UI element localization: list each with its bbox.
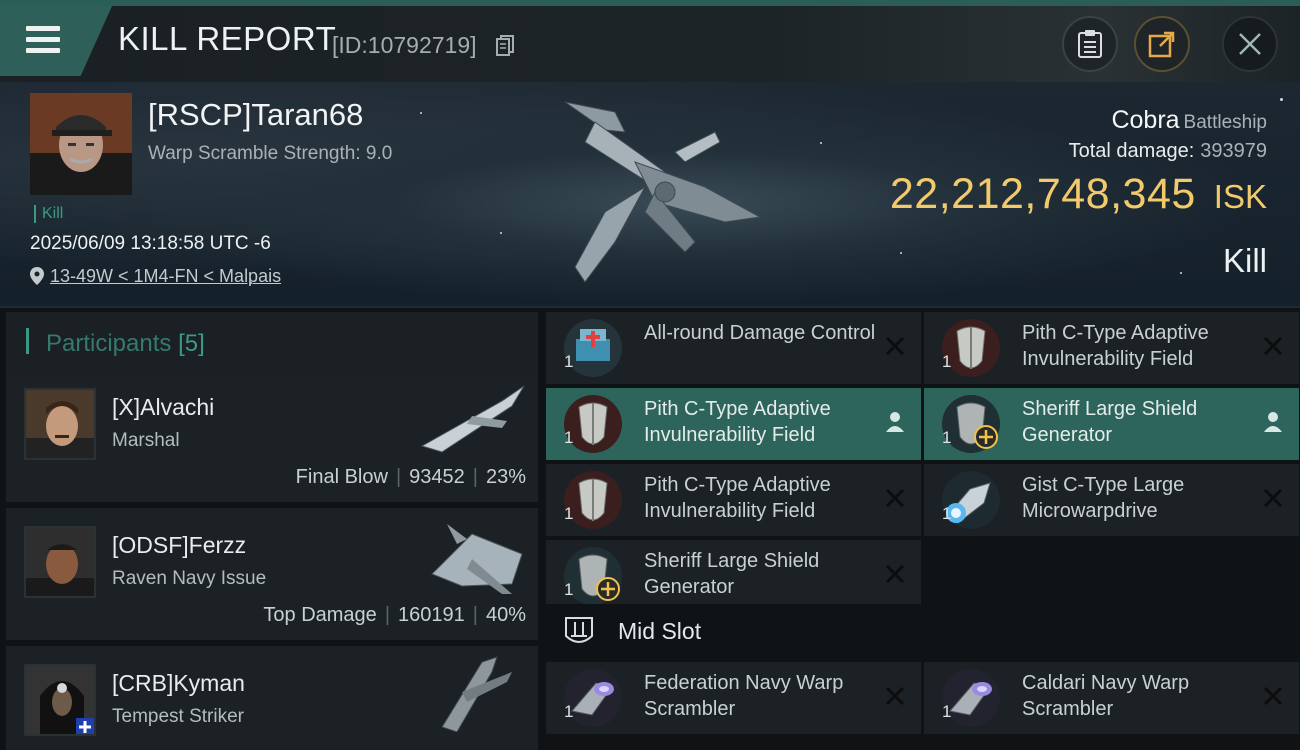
isk-value: 22,212,748,345 ISK xyxy=(890,170,1267,219)
participant-name[interactable]: [X]Alvachi xyxy=(112,394,214,421)
avatar xyxy=(24,664,96,736)
destroyed-icon xyxy=(1263,336,1283,356)
avatar xyxy=(24,388,96,460)
module-name: Sheriff Large Shield Generator xyxy=(644,550,820,598)
victim-ship-name: Cobra xyxy=(1111,106,1180,134)
fitted-modules-panel: 1 All-round Damage Control 1 Pith C-Type… xyxy=(540,308,1300,750)
module-name: Gist C-Type Large Microwarpdrive xyxy=(1022,474,1185,522)
module-name: Federation Navy Warp Scrambler xyxy=(644,672,844,720)
destroyed-icon xyxy=(885,686,905,706)
participants-label: Participants xyxy=(46,330,172,357)
participant-ship: Raven Navy Issue xyxy=(112,568,267,589)
victim-portrait[interactable] xyxy=(30,93,132,195)
module-name: Pith C-Type Adaptive Invulnerability Fie… xyxy=(644,474,831,522)
participant-ship-image xyxy=(431,524,523,594)
participants-header: Participants [5] xyxy=(6,312,538,370)
victim-ship: Cobra Battleship xyxy=(1111,106,1267,135)
participant-role: Top Damage xyxy=(263,604,377,626)
module-item[interactable]: 1 Caldari Navy Warp Scrambler xyxy=(924,662,1299,734)
module-item[interactable]: 1 Sheriff Large Shield Generator xyxy=(924,388,1299,460)
participant-percent: 40% xyxy=(485,604,526,626)
report-button[interactable] xyxy=(1062,16,1118,72)
kill-report-header: KILL REPORT [ID:10792719] xyxy=(0,0,1300,82)
total-damage-label: Total damage: xyxy=(1068,140,1195,162)
menu-icon xyxy=(26,26,60,54)
header-accent-line xyxy=(0,0,1300,6)
participant-role: Final Blow xyxy=(295,466,388,488)
module-item[interactable]: 1 Gist C-Type Large Microwarpdrive xyxy=(924,464,1299,536)
victim-name[interactable]: [RSCP]Taran68 xyxy=(148,97,363,133)
module-item[interactable]: 1 All-round Damage Control xyxy=(546,312,921,384)
module-name: Pith C-Type Adaptive Invulnerability Fie… xyxy=(644,398,831,446)
module-name: Pith C-Type Adaptive Invulnerability Fie… xyxy=(1022,322,1209,370)
avatar xyxy=(24,526,96,598)
mid-slot-header: Mid Slot xyxy=(546,604,1300,660)
page-title: KILL REPORT xyxy=(118,20,337,57)
close-icon xyxy=(1239,33,1261,55)
kill-status: Kill xyxy=(1222,242,1267,279)
participant-damage: 93452 xyxy=(409,466,465,488)
destroyed-icon xyxy=(1263,686,1283,706)
module-item[interactable]: 1 Pith C-Type Adaptive Invulnerability F… xyxy=(546,464,921,536)
victim-ship-class: Battleship xyxy=(1183,112,1267,133)
location-link[interactable]: 13-49W < 1M4-FN < Malpais xyxy=(50,266,281,286)
victim-ship-image xyxy=(564,101,762,283)
total-damage-value: 393979 xyxy=(1200,140,1267,162)
report-id: [ID:10792719] xyxy=(332,32,477,58)
participants-count: [5] xyxy=(178,330,205,357)
destroyed-icon xyxy=(1263,488,1283,508)
participant-card[interactable]: [X]Alvachi Marshal Final Blow | 93452 | 23% xyxy=(6,370,538,502)
destroyed-icon xyxy=(885,488,905,508)
location-pin-icon xyxy=(30,267,44,285)
warp-scramble-strength: Warp Scramble Strength: 9.0 xyxy=(148,143,393,164)
participant-card[interactable]: [ODSF]Ferzz Raven Navy Issue Top Damage |… xyxy=(6,508,538,640)
menu-button[interactable] xyxy=(0,6,112,76)
module-item[interactable]: 1 Sheriff Large Shield Generator xyxy=(546,540,921,612)
participant-card[interactable]: [CRB]Kyman Tempest Striker xyxy=(6,646,538,750)
participant-ship-image xyxy=(420,385,525,453)
kill-datetime: 2025/06/09 13:18:58 UTC -6 xyxy=(30,233,271,254)
dropped-person-icon xyxy=(1264,412,1282,432)
kill-tag: Kill xyxy=(34,205,63,223)
victim-summary: [RSCP]Taran68 Warp Scramble Strength: 9.… xyxy=(0,82,1300,308)
module-name: Sheriff Large Shield Generator xyxy=(1022,398,1198,446)
participant-damage: 160191 xyxy=(398,604,465,626)
participant-ship-image xyxy=(441,656,512,732)
module-name: All-round Damage Control xyxy=(644,322,876,344)
close-button[interactable] xyxy=(1222,16,1278,72)
isk-amount: 22,212,748,345 xyxy=(889,170,1196,218)
participant-name[interactable]: [CRB]Kyman xyxy=(112,670,245,697)
destroyed-icon xyxy=(885,564,905,584)
module-item[interactable]: 1 Federation Navy Warp Scrambler xyxy=(546,662,921,734)
participant-stats: Top Damage | 160191 | 40% xyxy=(263,604,526,626)
module-item[interactable]: 1 Pith C-Type Adaptive Invulnerability F… xyxy=(924,312,1299,384)
participant-name[interactable]: [ODSF]Ferzz xyxy=(112,532,246,559)
destroyed-icon xyxy=(885,336,905,356)
participant-ship: Marshal xyxy=(112,430,180,451)
participant-stats: Final Blow | 93452 | 23% xyxy=(295,466,526,488)
module-item[interactable]: 1 Pith C-Type Adaptive Invulnerability F… xyxy=(546,388,921,460)
module-name: Caldari Navy Warp Scrambler xyxy=(1022,672,1190,720)
participant-ship: Tempest Striker xyxy=(112,706,244,727)
mid-slot-icon xyxy=(565,617,593,643)
participant-percent: 23% xyxy=(485,466,526,488)
isk-unit: ISK xyxy=(1213,178,1267,215)
total-damage: Total damage: 393979 xyxy=(1069,140,1267,163)
copy-icon[interactable] xyxy=(496,35,514,57)
share-button[interactable] xyxy=(1134,16,1190,72)
dropped-person-icon xyxy=(886,412,904,432)
mid-slot-label: Mid Slot xyxy=(618,618,702,644)
share-icon xyxy=(1148,31,1175,58)
kill-location: 13-49W < 1M4-FN < Malpais xyxy=(30,266,281,287)
participants-panel: Participants [5] [X]Alvachi Marshal Fina… xyxy=(0,308,540,750)
clipboard-icon xyxy=(1078,30,1102,58)
